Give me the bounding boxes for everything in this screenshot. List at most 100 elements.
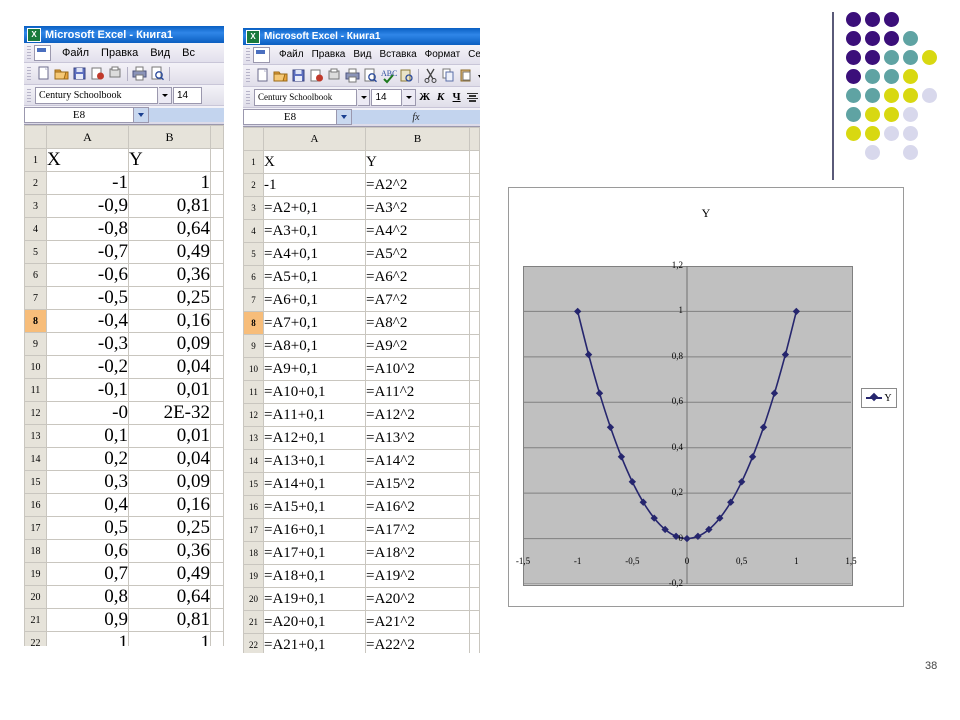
font-size-input[interactable]: 14 bbox=[173, 86, 202, 104]
table-row[interactable]: 7 -0,5 0,25 bbox=[24, 286, 224, 310]
open-folder-icon[interactable] bbox=[272, 67, 289, 84]
cell-a[interactable]: -1 bbox=[263, 173, 366, 197]
menu-item-insert[interactable]: Вставка bbox=[375, 48, 420, 61]
cell-c[interactable] bbox=[210, 355, 224, 379]
menu-item-file[interactable]: Файл bbox=[56, 46, 95, 60]
cell-b[interactable]: 0,16 bbox=[128, 493, 211, 517]
cell-a[interactable]: X bbox=[46, 148, 129, 172]
row-header[interactable]: 11 bbox=[243, 380, 264, 404]
table-row[interactable]: 16 0,4 0,16 bbox=[24, 493, 224, 517]
row-header[interactable]: 15 bbox=[24, 470, 47, 494]
cell-c[interactable] bbox=[469, 633, 480, 653]
select-all-corner[interactable] bbox=[24, 125, 47, 149]
cell-a[interactable]: 0,8 bbox=[46, 585, 129, 609]
row-header[interactable]: 11 bbox=[24, 378, 47, 402]
cell-a[interactable]: -0,3 bbox=[46, 332, 129, 356]
align-left-icon[interactable] bbox=[465, 91, 480, 104]
row-header[interactable]: 3 bbox=[243, 196, 264, 220]
table-row[interactable]: 11 =A10+0,1 =A11^2 bbox=[243, 380, 480, 404]
cell-a[interactable]: -0,6 bbox=[46, 263, 129, 287]
cell-b[interactable]: =A21^2 bbox=[365, 610, 470, 634]
cell-b[interactable]: =A5^2 bbox=[365, 242, 470, 266]
cell-a[interactable]: 0,9 bbox=[46, 608, 129, 632]
cell-c[interactable] bbox=[469, 610, 480, 634]
font-name-input[interactable]: Century Schoolbook bbox=[254, 88, 357, 106]
toolbar-grip-icon[interactable] bbox=[246, 48, 250, 61]
table-row[interactable]: 1XY bbox=[24, 148, 224, 172]
table-row[interactable]: 4 =A3+0,1 =A4^2 bbox=[243, 219, 480, 243]
cell-b[interactable]: =A18^2 bbox=[365, 541, 470, 565]
cell-b[interactable]: 0,01 bbox=[128, 424, 211, 448]
cell-b[interactable]: =A6^2 bbox=[365, 265, 470, 289]
cell-b[interactable]: =A14^2 bbox=[365, 449, 470, 473]
cell-b[interactable]: 0,36 bbox=[128, 539, 211, 563]
cell-b[interactable]: =A12^2 bbox=[365, 403, 470, 427]
cell-b[interactable]: 0,81 bbox=[128, 194, 211, 218]
table-row[interactable]: 14 0,2 0,04 bbox=[24, 447, 224, 471]
research-icon[interactable] bbox=[398, 67, 415, 84]
table-row[interactable]: 17 0,5 0,25 bbox=[24, 516, 224, 540]
open-folder-icon[interactable] bbox=[53, 65, 70, 82]
font-name-input[interactable]: Century Schoolbook bbox=[35, 86, 158, 104]
cell-b[interactable]: =A17^2 bbox=[365, 518, 470, 542]
cell-b[interactable]: =A22^2 bbox=[365, 633, 470, 653]
name-box[interactable]: E8 bbox=[243, 109, 337, 125]
table-row[interactable]: 22 =A21+0,1 =A22^2 bbox=[243, 633, 480, 653]
cell-c[interactable] bbox=[469, 564, 480, 588]
name-box-dropdown-icon[interactable] bbox=[134, 107, 149, 123]
print-preview-icon[interactable] bbox=[362, 67, 379, 84]
cell-a[interactable]: =A7+0,1 bbox=[263, 311, 366, 335]
table-row[interactable]: 6 -0,6 0,36 bbox=[24, 263, 224, 287]
cell-b[interactable]: 0,64 bbox=[128, 585, 211, 609]
cell-c[interactable] bbox=[469, 472, 480, 496]
cell-b[interactable]: 0,49 bbox=[128, 562, 211, 586]
formula-input[interactable] bbox=[149, 108, 224, 122]
row-header[interactable]: 13 bbox=[24, 424, 47, 448]
cell-a[interactable]: =A4+0,1 bbox=[263, 242, 366, 266]
menu-item-edit[interactable]: Правка bbox=[308, 48, 350, 61]
standard-toolbar[interactable]: ABC bbox=[243, 65, 480, 87]
table-row[interactable]: 10 -0,2 0,04 bbox=[24, 355, 224, 379]
menu-item-insert[interactable]: Вс bbox=[176, 46, 201, 60]
table-row[interactable]: 19 =A18+0,1 =A19^2 bbox=[243, 564, 480, 588]
spreadsheet-grid[interactable]: A B 1 X Y 2 -1 =A2^2 3 =A2+0,1 =A3^2 4 =A3+0,1 =A4^… bbox=[243, 127, 480, 653]
row-header[interactable]: 2 bbox=[24, 171, 47, 195]
row-header[interactable]: 19 bbox=[24, 562, 47, 586]
formula-bar[interactable]: E8 bbox=[24, 106, 224, 125]
table-row[interactable]: 16 =A15+0,1 =A16^2 bbox=[243, 495, 480, 519]
table-row[interactable]: 20 =A19+0,1 =A20^2 bbox=[243, 587, 480, 611]
paste-icon[interactable] bbox=[458, 67, 475, 84]
cell-a[interactable]: 0,1 bbox=[46, 424, 129, 448]
table-row[interactable]: 2 -1 1 bbox=[24, 171, 224, 195]
italic-button[interactable]: К bbox=[433, 91, 448, 103]
row-header[interactable]: 20 bbox=[243, 587, 264, 611]
font-size-dropdown-icon[interactable] bbox=[403, 88, 417, 106]
chart-panel[interactable]: Y -0,2 0 0,2 0,4 0,6 0,8 1 1,2 -1,5 -1 -0,5 0 0,5 1 1… bbox=[508, 187, 904, 607]
cell-b[interactable]: =A11^2 bbox=[365, 380, 470, 404]
email-icon[interactable] bbox=[308, 67, 325, 84]
row-header[interactable]: 2 bbox=[243, 173, 264, 197]
cell-a[interactable]: =A13+0,1 bbox=[263, 449, 366, 473]
spreadsheet-grid[interactable]: A B 1 X Y 2 -1 1 3 -0,9 0,81 4 -0,8 0,64 5 -0,7 0,49 6-… bbox=[24, 125, 224, 646]
row-header[interactable]: 17 bbox=[24, 516, 47, 540]
cell-c[interactable] bbox=[469, 426, 480, 450]
save-icon[interactable] bbox=[71, 65, 88, 82]
cut-icon[interactable] bbox=[422, 67, 439, 84]
row-header[interactable]: 17 bbox=[243, 518, 264, 542]
cell-c[interactable] bbox=[469, 173, 480, 197]
cell-b[interactable]: 0,64 bbox=[128, 217, 211, 241]
cell-a[interactable]: -0,9 bbox=[46, 194, 129, 218]
cell-b[interactable]: =A20^2 bbox=[365, 587, 470, 611]
cell-a[interactable]: =A18+0,1 bbox=[263, 564, 366, 588]
cell-a[interactable]: =A6+0,1 bbox=[263, 288, 366, 312]
row-header[interactable]: 16 bbox=[243, 495, 264, 519]
table-row[interactable]: 3 -0,9 0,81 bbox=[24, 194, 224, 218]
row-header[interactable]: 15 bbox=[243, 472, 264, 496]
cell-c[interactable] bbox=[469, 334, 480, 358]
row-header[interactable]: 1 bbox=[243, 150, 264, 174]
cell-b[interactable]: 0,49 bbox=[128, 240, 211, 264]
cell-c[interactable] bbox=[210, 240, 224, 264]
table-row[interactable]: 1XY bbox=[243, 150, 480, 174]
table-row[interactable]: 21 0,9 0,81 bbox=[24, 608, 224, 632]
cell-c[interactable] bbox=[469, 518, 480, 542]
